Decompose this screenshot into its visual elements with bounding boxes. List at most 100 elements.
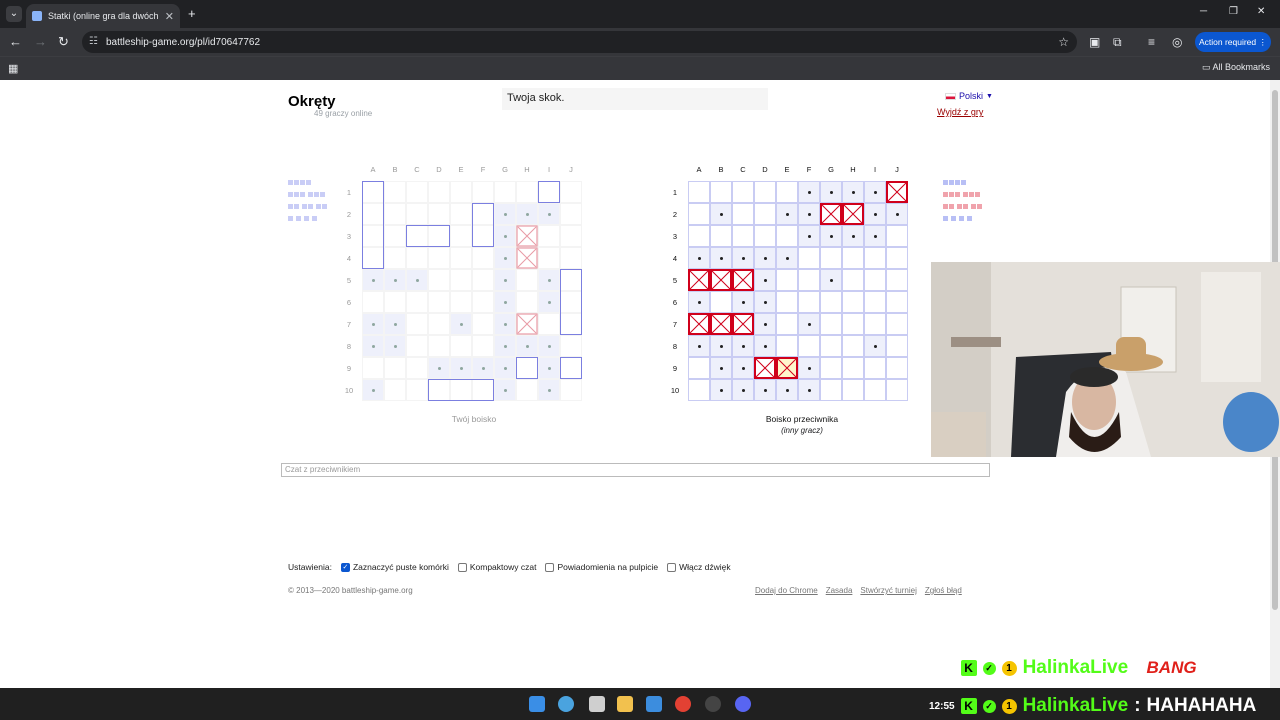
store-icon[interactable] xyxy=(646,696,662,712)
grid-cell[interactable] xyxy=(732,203,754,225)
checkbox-compact-chat[interactable] xyxy=(457,562,467,572)
grid-cell[interactable] xyxy=(842,357,864,379)
stream-chat-line: 12:55 K ✓ 1 HalinkaLive : HAHAHAHA xyxy=(929,695,1256,717)
grid-cell xyxy=(428,313,450,335)
grid-cell[interactable] xyxy=(886,269,908,291)
grid-cell[interactable] xyxy=(732,225,754,247)
grid-cell[interactable] xyxy=(820,291,842,313)
bookmark-star-icon[interactable]: ☆ xyxy=(1058,35,1069,49)
reload-icon[interactable]: ↻ xyxy=(58,35,69,49)
grid-cell[interactable] xyxy=(710,181,732,203)
new-tab-icon[interactable]: + xyxy=(188,6,196,21)
grid-cell[interactable] xyxy=(864,313,886,335)
grid-cell[interactable] xyxy=(886,335,908,357)
grid-cell[interactable] xyxy=(842,247,864,269)
option-sound[interactable]: Włącz dźwięk xyxy=(667,562,731,572)
grid-cell[interactable] xyxy=(776,291,798,313)
grid-cell xyxy=(406,379,428,401)
forward-icon[interactable]: → xyxy=(34,35,47,49)
chrome-icon[interactable] xyxy=(675,696,691,712)
browser-tab[interactable]: Statki (online gra dla dwóch os ✕ xyxy=(26,4,180,28)
puzzle-icon[interactable]: ⧉ xyxy=(1113,35,1122,49)
restore-icon[interactable]: ❐ xyxy=(1229,6,1238,17)
option-mark-empty[interactable]: ✓ Zaznaczyć puste komórki xyxy=(340,562,449,572)
start-icon[interactable] xyxy=(529,696,545,712)
grid-cell[interactable] xyxy=(864,247,886,269)
grid-cell[interactable] xyxy=(754,203,776,225)
grid-cell[interactable] xyxy=(886,357,908,379)
grid-cell[interactable] xyxy=(842,335,864,357)
grid-cell[interactable] xyxy=(798,291,820,313)
checkbox-mark-empty[interactable]: ✓ xyxy=(340,562,350,572)
grid-cell[interactable] xyxy=(886,379,908,401)
grid-cell[interactable] xyxy=(798,335,820,357)
media-icon[interactable]: ≡ xyxy=(1148,35,1155,49)
all-bookmarks-button[interactable]: ▭ All Bookmarks xyxy=(1202,62,1270,73)
legend-square xyxy=(949,180,954,185)
extension-icon[interactable]: ▣ xyxy=(1089,35,1100,49)
option-compact-chat[interactable]: Kompaktowy czat xyxy=(457,562,536,572)
profile-icon[interactable]: ◎ xyxy=(1172,35,1182,49)
obs-icon[interactable] xyxy=(705,696,721,712)
apps-grid-icon[interactable]: ▦ xyxy=(8,62,18,75)
report-bug-link[interactable]: Zgłoś błąd xyxy=(925,586,962,595)
task-view-icon[interactable] xyxy=(589,696,605,712)
grid-cell[interactable] xyxy=(710,225,732,247)
grid-cell[interactable] xyxy=(842,291,864,313)
grid-cell[interactable] xyxy=(776,313,798,335)
grid-cell[interactable] xyxy=(820,379,842,401)
grid-cell[interactable] xyxy=(864,291,886,313)
language-select[interactable]: Polski ▼ xyxy=(945,91,993,101)
search-icon[interactable] xyxy=(558,696,574,712)
grid-cell[interactable] xyxy=(820,247,842,269)
file-explorer-icon[interactable] xyxy=(617,696,633,712)
grid-cell[interactable] xyxy=(776,181,798,203)
discord-icon[interactable] xyxy=(735,696,751,712)
grid-cell[interactable] xyxy=(776,269,798,291)
grid-cell[interactable] xyxy=(776,225,798,247)
grid-cell[interactable] xyxy=(842,379,864,401)
grid-cell[interactable] xyxy=(820,313,842,335)
grid-cell[interactable] xyxy=(754,181,776,203)
grid-cell[interactable] xyxy=(842,269,864,291)
checkbox-notifications[interactable] xyxy=(545,562,555,572)
back-icon[interactable]: ← xyxy=(9,35,22,49)
tab-search-icon[interactable]: ⌄ xyxy=(6,6,22,22)
option-desktop-notifications[interactable]: Powiadomienia na pulpicie xyxy=(545,562,658,572)
grid-cell[interactable] xyxy=(798,269,820,291)
site-info-icon[interactable]: ☷ xyxy=(89,36,98,47)
minimize-icon[interactable]: ─ xyxy=(1200,6,1207,17)
action-required-button[interactable]: Action required ⋮ xyxy=(1195,32,1271,52)
grid-cell[interactable] xyxy=(688,379,710,401)
window-close-icon[interactable]: ✕ xyxy=(1257,6,1265,17)
rules-link[interactable]: Zasada xyxy=(826,586,853,595)
create-tournament-link[interactable]: Stwórzyć turniej xyxy=(860,586,916,595)
add-to-chrome-link[interactable]: Dodaj do Chrome xyxy=(755,586,818,595)
grid-cell[interactable] xyxy=(732,181,754,203)
legend-square xyxy=(963,204,968,209)
grid-cell[interactable] xyxy=(886,225,908,247)
grid-cell[interactable] xyxy=(754,225,776,247)
grid-cell[interactable] xyxy=(886,313,908,335)
grid-cell[interactable] xyxy=(864,379,886,401)
grid-cell[interactable] xyxy=(798,247,820,269)
address-bar[interactable]: ☷ battleship-game.org/pl/id70647762 ☆ xyxy=(82,31,1077,53)
close-tab-icon[interactable]: ✕ xyxy=(165,10,174,23)
grid-cell[interactable] xyxy=(864,357,886,379)
grid-cell xyxy=(428,181,450,203)
grid-cell[interactable] xyxy=(842,313,864,335)
checkbox-sound[interactable] xyxy=(667,562,677,572)
leave-game-link[interactable]: Wyjdź z gry xyxy=(937,107,983,117)
grid-cell[interactable] xyxy=(688,357,710,379)
grid-cell[interactable] xyxy=(864,269,886,291)
grid-cell[interactable] xyxy=(886,291,908,313)
grid-cell[interactable] xyxy=(688,181,710,203)
grid-cell[interactable] xyxy=(776,335,798,357)
grid-cell[interactable] xyxy=(886,247,908,269)
grid-cell[interactable] xyxy=(688,203,710,225)
grid-cell[interactable] xyxy=(820,357,842,379)
grid-cell[interactable] xyxy=(820,335,842,357)
grid-cell[interactable] xyxy=(710,291,732,313)
grid-cell[interactable] xyxy=(688,225,710,247)
chat-input[interactable]: Czat z przeciwnikiem xyxy=(281,463,990,477)
